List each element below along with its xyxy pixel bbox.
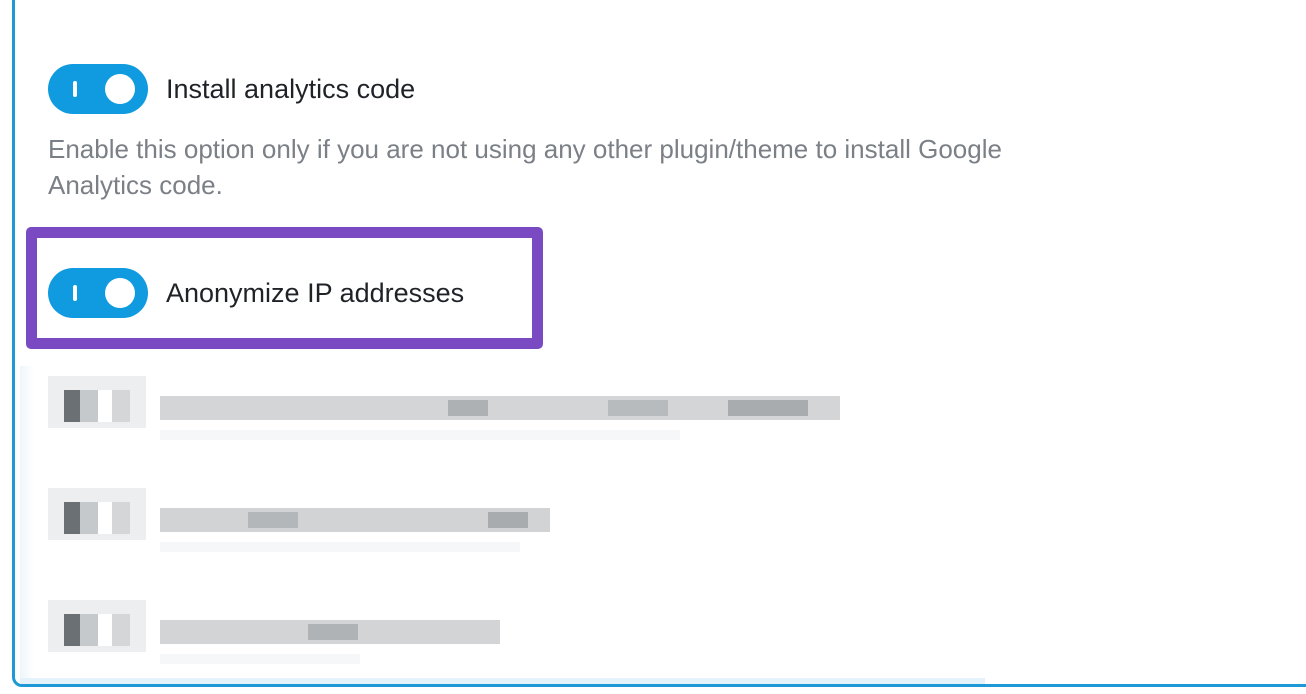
anonymize-ip-row: Anonymize IP addresses	[48, 268, 464, 318]
install-analytics-description: Enable this option only if you are not u…	[48, 134, 1002, 200]
toggle-on-indicator	[73, 81, 77, 97]
install-analytics-row: Install analytics code	[48, 64, 415, 114]
toggle-knob	[105, 74, 135, 104]
blurred-options	[20, 366, 985, 684]
anonymize-ip-toggle[interactable]	[48, 268, 148, 318]
toggle-knob	[105, 278, 135, 308]
blurred-option-row	[48, 372, 868, 440]
blurred-option-row	[48, 596, 528, 664]
install-analytics-toggle[interactable]	[48, 64, 148, 114]
toggle-on-indicator	[73, 285, 77, 301]
blurred-option-row	[48, 484, 588, 552]
anonymize-ip-label: Anonymize IP addresses	[166, 277, 465, 308]
install-analytics-label: Install analytics code	[166, 73, 416, 104]
